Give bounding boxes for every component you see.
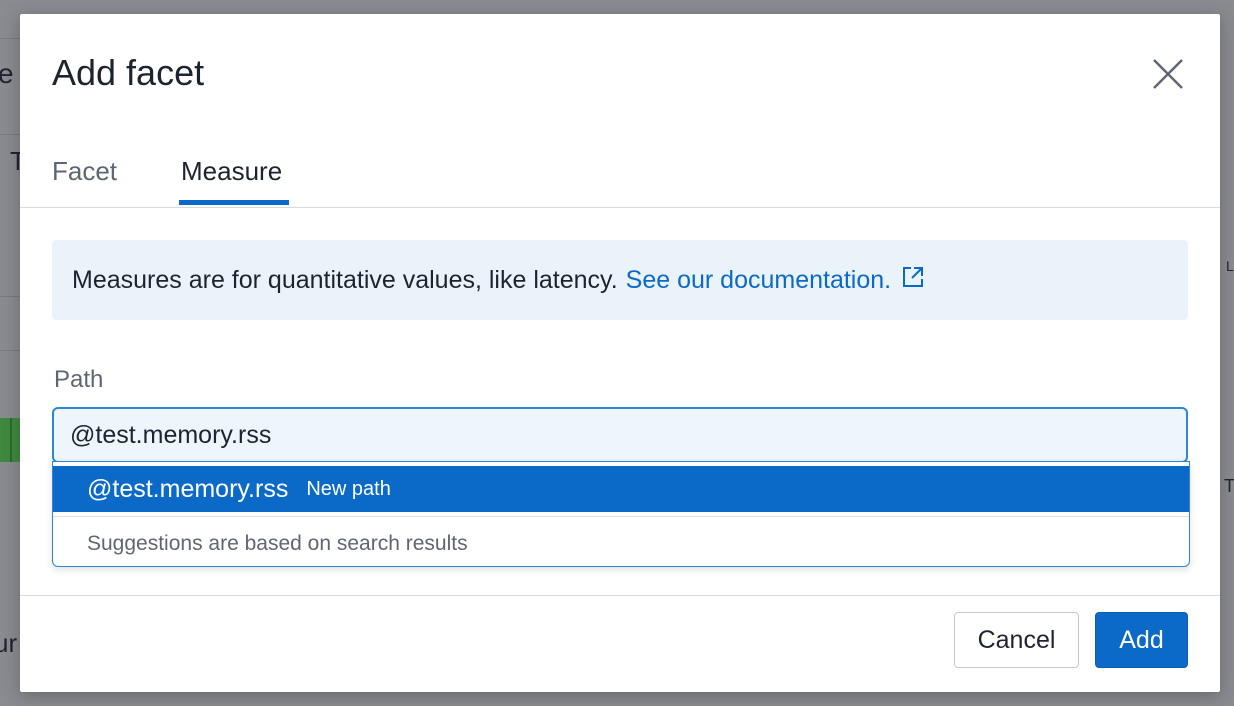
background-status-bar bbox=[0, 418, 20, 462]
add-button[interactable]: Add bbox=[1095, 612, 1188, 668]
external-link-icon[interactable] bbox=[901, 265, 925, 296]
close-icon bbox=[1153, 59, 1183, 89]
dropdown-divider bbox=[53, 516, 1189, 517]
background-divider bbox=[0, 350, 20, 351]
tab-facet[interactable]: Facet bbox=[52, 156, 117, 207]
background-text-fragment: ur bbox=[0, 628, 18, 658]
background-text-fragment: L bbox=[1226, 258, 1234, 274]
cancel-button[interactable]: Cancel bbox=[954, 612, 1079, 668]
info-text: Measures are for quantitative values, li… bbox=[72, 265, 618, 294]
background-text-fragment: e bbox=[0, 58, 14, 89]
footer-divider bbox=[20, 595, 1220, 596]
tab-bar: Facet Measure bbox=[20, 142, 1220, 208]
new-path-tag: New path bbox=[306, 477, 391, 500]
background-text-fragment: T bbox=[1224, 476, 1234, 496]
modal-title: Add facet bbox=[52, 52, 205, 93]
close-button[interactable] bbox=[1150, 56, 1186, 92]
documentation-link[interactable]: See our documentation. bbox=[626, 266, 891, 295]
active-tab-indicator bbox=[179, 200, 289, 205]
add-facet-modal: Add facet Facet Measure Measures are for… bbox=[20, 14, 1220, 692]
suggestion-value: @test.memory.rss bbox=[87, 474, 289, 503]
background-divider bbox=[0, 134, 20, 135]
suggestions-hint: Suggestions are based on search results bbox=[87, 532, 468, 555]
path-label: Path bbox=[54, 366, 104, 393]
suggestion-option[interactable]: @test.memory.rss New path bbox=[53, 466, 1189, 512]
path-input[interactable] bbox=[52, 407, 1188, 463]
background-divider bbox=[0, 296, 20, 297]
info-banner: Measures are for quantitative values, li… bbox=[52, 240, 1188, 320]
path-suggestions-dropdown: @test.memory.rss New path Suggestions ar… bbox=[52, 461, 1190, 567]
background-divider bbox=[0, 38, 20, 39]
